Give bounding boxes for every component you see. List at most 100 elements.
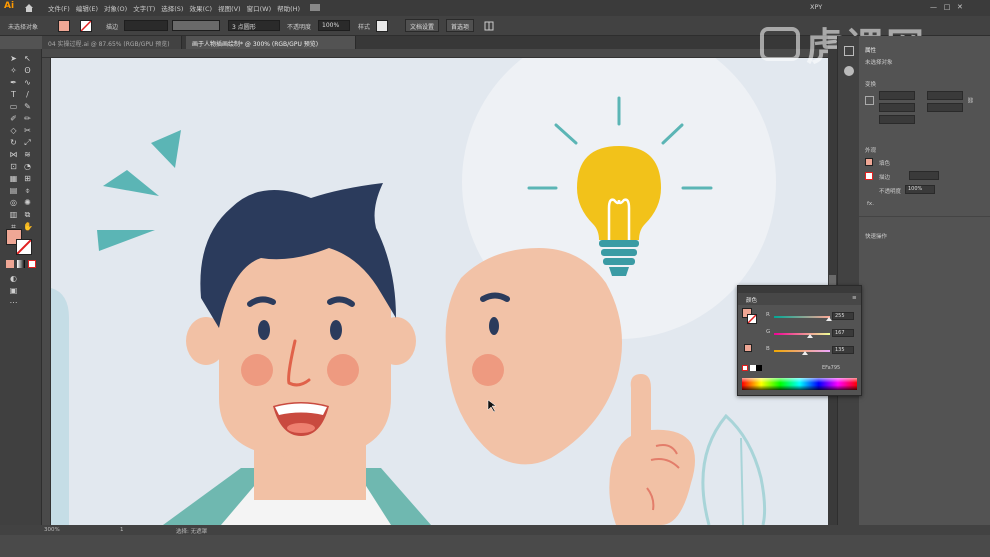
menu-item-effect[interactable]: 效果(C) (189, 3, 212, 13)
curvature-tool-icon[interactable]: ∿ (23, 78, 32, 87)
variable-width-field[interactable] (172, 20, 220, 31)
vertical-ruler[interactable] (42, 58, 51, 525)
shaper-tool-icon[interactable]: ✐ (9, 114, 18, 123)
paintbrush-icon[interactable]: ✎ (23, 102, 32, 111)
graph-tool-icon[interactable]: ▥ (9, 210, 18, 219)
workspace-switcher[interactable]: XPY (810, 3, 822, 11)
menu-item-view[interactable]: 视图(V) (218, 3, 241, 13)
arrange-documents-icon[interactable] (484, 21, 494, 31)
menu-item-select[interactable]: 选择(S) (161, 3, 183, 13)
g-value-field[interactable]: 167 (832, 329, 854, 337)
appearance-stroke-swatch[interactable] (865, 172, 873, 180)
minimize-icon[interactable]: — (930, 3, 937, 11)
tab-doc-2[interactable]: 画于人物插画绘制* @ 300% (RGB/GPU 预览) (186, 36, 356, 49)
screen-mode-icon[interactable]: ▣ (9, 286, 18, 295)
g-slider-handle[interactable] (807, 334, 813, 338)
hex-value[interactable]: EFa795 (822, 365, 840, 371)
hand-tool-icon[interactable]: ✋ (23, 222, 33, 231)
line-tool-icon[interactable]: / (23, 90, 32, 99)
brush-profile-select[interactable]: 3 点圆形 (228, 20, 280, 31)
rotate-tool-icon[interactable]: ↻ (9, 138, 18, 147)
direct-selection-tool-icon[interactable]: ↖ (23, 54, 32, 63)
artboard-canvas[interactable] (51, 58, 828, 525)
toolbox-stroke-swatch[interactable] (16, 239, 32, 255)
scissors-icon[interactable]: ✂ (23, 126, 32, 135)
r-slider[interactable] (774, 316, 830, 318)
rectangle-tool-icon[interactable]: ▭ (9, 102, 18, 111)
width-tool-icon[interactable]: ⋈ (9, 150, 18, 159)
panel-opacity-field[interactable]: 100% (905, 185, 935, 194)
stroke-weight-field[interactable] (124, 20, 168, 31)
y-field[interactable] (879, 103, 915, 112)
color-panel-header[interactable] (738, 286, 861, 293)
menu-item-window[interactable]: 窗口(W) (247, 3, 272, 13)
gradient-tool-icon[interactable]: ▤ (9, 186, 18, 195)
color-panel[interactable]: 颜色 ≡ R 255 G 167 B 135 EFa795 (737, 285, 862, 396)
close-icon[interactable]: ✕ (957, 3, 963, 11)
menu-item-edit[interactable]: 编辑(E) (76, 3, 98, 13)
tab-doc-1[interactable]: 04 实操过程.ai @ 87.65% (RGB/GPU 预览) (42, 36, 182, 49)
color-panel-title[interactable]: 颜色 (746, 296, 757, 304)
reference-point-icon[interactable] (865, 96, 874, 105)
style-swatch[interactable] (376, 20, 388, 32)
status-info[interactable]: 选择: 无遮罩 (176, 527, 207, 535)
stroke-swatch[interactable] (80, 20, 92, 32)
shape-builder-icon[interactable]: ◔ (23, 162, 32, 171)
selection-tool-icon[interactable]: ➤ (9, 54, 18, 63)
horizontal-ruler[interactable] (42, 49, 828, 58)
panel-menu-icon[interactable]: ≡ (852, 295, 857, 301)
constrain-link-icon[interactable]: ⛓ (967, 98, 974, 104)
artboard-number[interactable]: 1 (120, 527, 124, 533)
perspective-grid-icon[interactable]: ▦ (9, 174, 18, 183)
more-tools-icon[interactable]: ⋯ (9, 298, 18, 307)
eyedropper-icon[interactable]: ⌽ (23, 186, 32, 195)
appearance-fill-swatch[interactable] (865, 158, 873, 166)
eraser-icon[interactable]: ◇ (9, 126, 18, 135)
none-mode-icon[interactable] (28, 260, 36, 268)
menu-item-type[interactable]: 文字(T) (133, 3, 155, 13)
black-color-icon[interactable] (756, 365, 762, 371)
artboard-tool-icon[interactable]: ⧉ (23, 210, 32, 219)
scale-tool-icon[interactable]: ⤢ (23, 138, 32, 147)
r-value-field[interactable]: 255 (832, 312, 854, 320)
g-slider[interactable] (774, 333, 830, 335)
appearance-panel-icon[interactable] (844, 66, 854, 76)
maximize-icon[interactable]: □ (944, 3, 951, 11)
arrange-icon[interactable] (310, 4, 320, 11)
b-value-field[interactable]: 135 (832, 346, 854, 354)
mesh-tool-icon[interactable]: ⊞ (23, 174, 32, 183)
color-stroke-swatch[interactable] (747, 314, 757, 324)
opacity-field[interactable]: 100% (318, 20, 350, 31)
pen-tool-icon[interactable]: ✒ (9, 78, 18, 87)
lasso-icon[interactable]: ʘ (23, 66, 32, 75)
zoom-level[interactable]: 300% (44, 527, 60, 533)
height-field[interactable] (927, 103, 963, 112)
draw-mode-icon[interactable]: ◐ (9, 274, 18, 283)
symbol-sprayer-icon[interactable]: ✺ (23, 198, 32, 207)
preferences-button[interactable]: 首选项 (446, 19, 475, 32)
type-tool-icon[interactable]: T (9, 90, 18, 99)
blend-tool-icon[interactable]: ◎ (9, 198, 18, 207)
pencil-tool-icon[interactable]: ✏ (23, 114, 32, 123)
b-slider-handle[interactable] (802, 351, 808, 355)
warp-tool-icon[interactable]: ≋ (23, 150, 32, 159)
properties-panel-icon[interactable] (844, 46, 854, 56)
magic-wand-icon[interactable]: ✧ (9, 66, 18, 75)
document-setup-button[interactable]: 文档设置 (405, 19, 440, 32)
out-of-gamut-swatch[interactable] (744, 344, 752, 352)
width-field[interactable] (927, 91, 963, 100)
x-field[interactable] (879, 91, 915, 100)
color-spectrum[interactable] (742, 378, 857, 390)
color-mode-icon[interactable] (6, 260, 14, 268)
none-color-icon[interactable] (742, 365, 748, 371)
menu-item-file[interactable]: 文件(F) (48, 3, 70, 13)
fx-button[interactable]: fx. (867, 201, 874, 207)
home-icon[interactable] (24, 3, 34, 13)
panel-stroke-weight-field[interactable] (909, 171, 939, 180)
menu-item-help[interactable]: 帮助(H) (277, 3, 300, 13)
rotate-field[interactable] (879, 115, 915, 124)
gradient-mode-icon[interactable] (17, 260, 25, 268)
free-transform-icon[interactable]: ⊡ (9, 162, 18, 171)
menu-item-object[interactable]: 对象(O) (104, 3, 127, 13)
fill-swatch[interactable] (58, 20, 70, 32)
